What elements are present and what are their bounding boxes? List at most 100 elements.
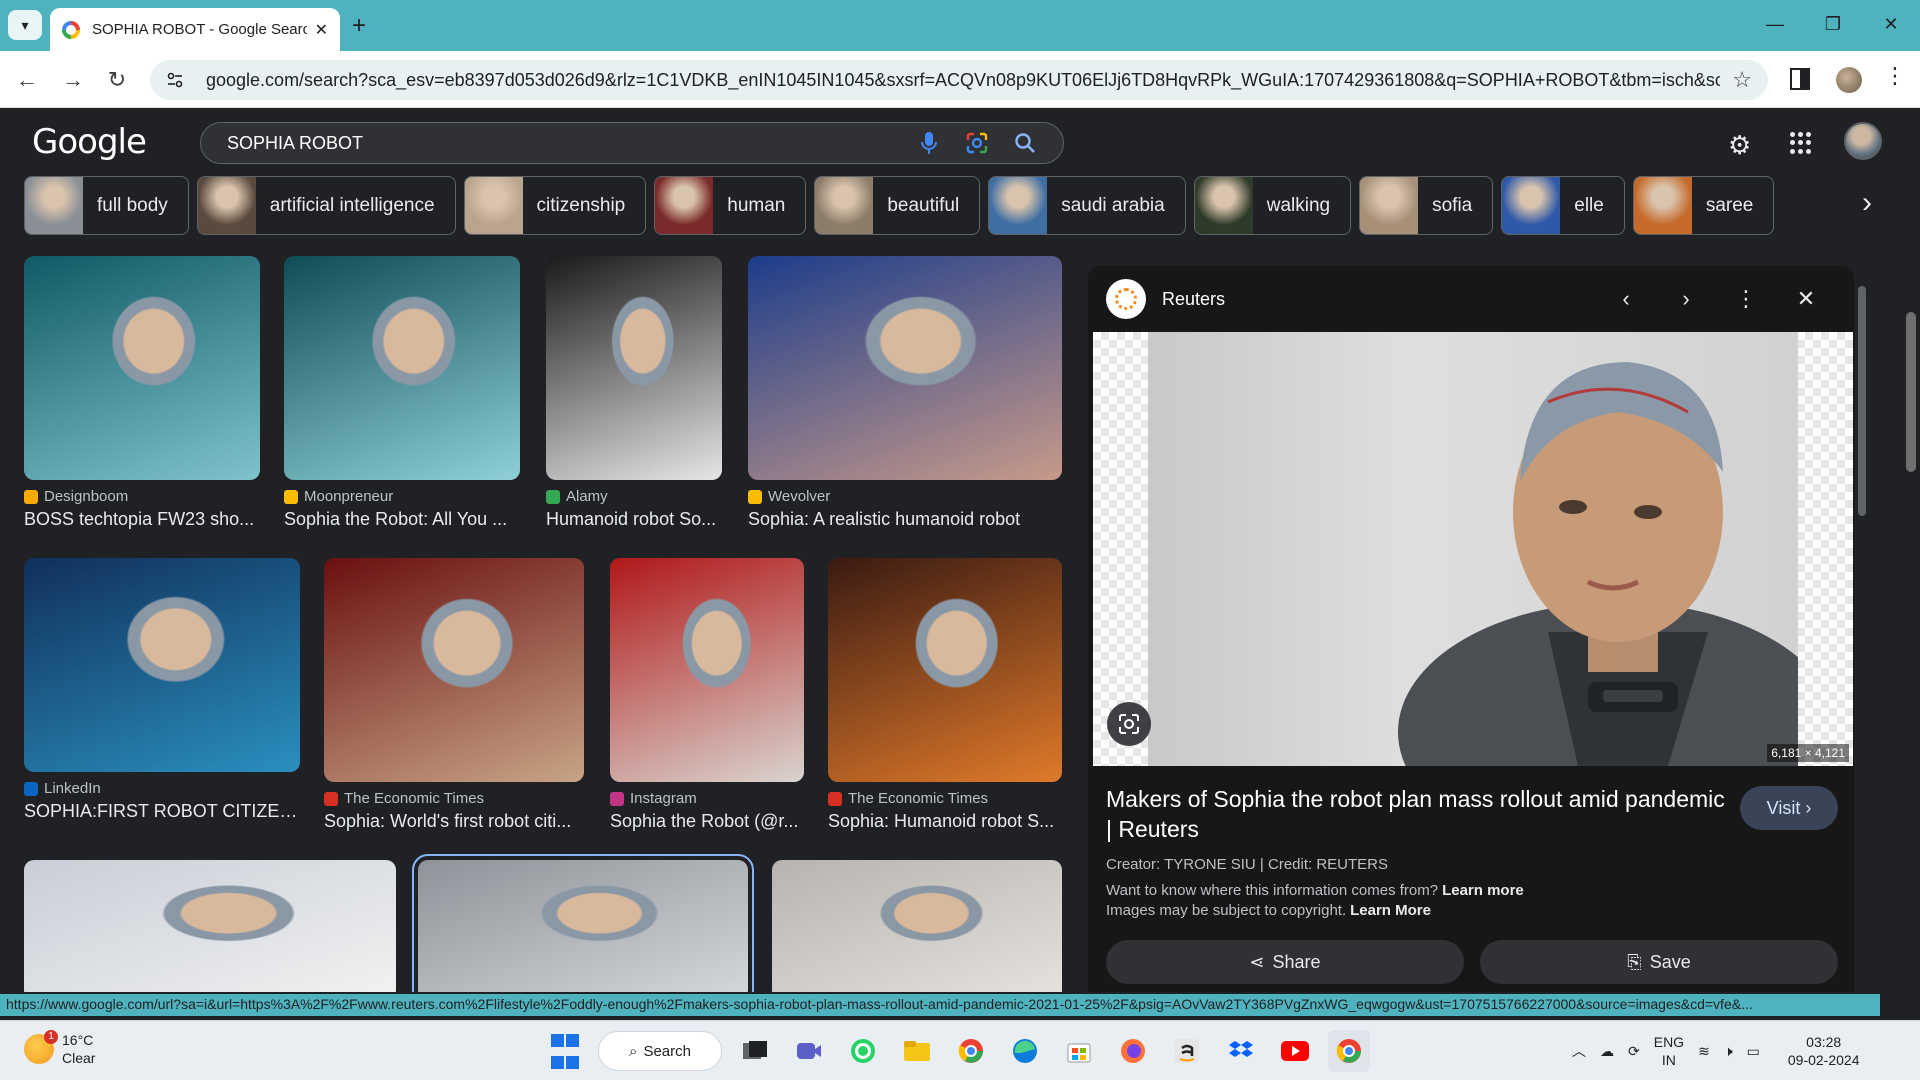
image-result[interactable]: The Economic Times Sophia: World's first … [324, 558, 584, 832]
next-result-icon[interactable]: › [1656, 286, 1716, 312]
preview-image[interactable]: 6,181 × 4,121 [1093, 332, 1853, 766]
preview-title[interactable]: Makers of Sophia the robot plan mass rol… [1106, 784, 1726, 844]
result-source[interactable]: Instagram [610, 790, 804, 807]
result-thumbnail[interactable] [610, 558, 804, 782]
preview-scrollbar[interactable] [1856, 270, 1868, 992]
task-view-icon[interactable] [734, 1030, 776, 1072]
new-tab-button[interactable]: + [352, 12, 366, 40]
result-title[interactable]: Sophia: A realistic humanoid robot [748, 509, 1062, 530]
start-button[interactable] [544, 1030, 586, 1072]
address-bar[interactable]: google.com/search?sca_esv=eb8397d053d026… [150, 60, 1768, 100]
close-window-button[interactable]: ✕ [1862, 0, 1920, 48]
image-result[interactable]: Designboom BOSS techtopia FW23 sho... [24, 256, 260, 530]
close-preview-icon[interactable]: ✕ [1776, 286, 1836, 312]
related-chip[interactable]: citizenship [463, 176, 647, 235]
edge-icon[interactable] [1004, 1030, 1046, 1072]
image-result[interactable]: Moonpreneur Sophia the Robot: All You ... [284, 256, 520, 530]
related-chip[interactable]: human [654, 176, 807, 235]
preview-source[interactable]: Reuters [1162, 289, 1596, 310]
google-logo[interactable]: Google [32, 122, 147, 162]
google-apps-icon[interactable] [1790, 132, 1812, 154]
browser-profile-avatar[interactable] [1836, 67, 1862, 93]
related-chip[interactable]: walking [1193, 176, 1352, 235]
related-chip[interactable]: saree [1632, 176, 1775, 235]
chrome-active-icon[interactable] [1328, 1030, 1370, 1072]
volume-icon[interactable]: 🕨 [1724, 1043, 1733, 1060]
browser-tab[interactable]: SOPHIA ROBOT - Google Search ✕ [50, 8, 340, 51]
amazon-icon[interactable] [1166, 1030, 1208, 1072]
microsoft-store-icon[interactable] [1058, 1030, 1100, 1072]
result-thumbnail[interactable] [284, 256, 520, 480]
sync-icon[interactable]: ⟳ [1628, 1043, 1640, 1060]
result-thumbnail[interactable] [828, 558, 1062, 782]
result-source[interactable]: The Economic Times [828, 790, 1062, 807]
youtube-icon[interactable] [1274, 1030, 1316, 1072]
back-button[interactable]: ← [12, 65, 42, 95]
whatsapp-icon[interactable] [842, 1030, 884, 1072]
show-hidden-icons-icon[interactable]: ︿ [1572, 1041, 1586, 1061]
image-result[interactable] [24, 860, 396, 992]
visit-button[interactable]: Visit › [1740, 786, 1838, 830]
image-result[interactable]: The Economic Times Sophia: Humanoid robot… [828, 558, 1062, 832]
page-scrollbar[interactable] [1902, 108, 1920, 992]
result-source[interactable]: Wevolver [748, 488, 1062, 505]
weather-widget[interactable]: 16°C Clear [24, 1030, 95, 1067]
result-source[interactable]: LinkedIn [24, 780, 300, 797]
tab-close-icon[interactable]: ✕ [315, 20, 328, 40]
result-source[interactable]: Moonpreneur [284, 488, 520, 505]
result-title[interactable]: Sophia: Humanoid robot S... [828, 811, 1062, 832]
related-chip[interactable]: elle [1501, 176, 1625, 235]
result-title[interactable]: Sophia: World's first robot citi... [324, 811, 584, 832]
onedrive-icon[interactable]: ☁ [1600, 1043, 1614, 1060]
related-chip[interactable]: saudi arabia [988, 176, 1186, 235]
search-icon[interactable] [1013, 131, 1037, 155]
result-thumbnail[interactable] [24, 256, 260, 480]
result-thumbnail[interactable] [418, 860, 748, 992]
google-lens-icon[interactable] [965, 131, 989, 155]
share-button[interactable]: ⋖ Share [1106, 940, 1464, 984]
reload-button[interactable]: ↻ [102, 65, 132, 95]
settings-gear-icon[interactable]: ⚙ [1728, 130, 1751, 161]
image-result[interactable]: Alamy Humanoid robot So... [546, 256, 722, 530]
lens-search-icon[interactable] [1107, 702, 1151, 746]
save-button[interactable]: ⎘ Save [1480, 940, 1838, 984]
previous-result-icon[interactable]: ‹ [1596, 286, 1656, 312]
result-thumbnail[interactable] [24, 860, 396, 992]
language-indicator[interactable]: ENG IN [1654, 1033, 1684, 1069]
forward-button[interactable]: → [58, 65, 88, 95]
result-thumbnail[interactable] [772, 860, 1062, 992]
result-title[interactable]: Sophia the Robot (@r... [610, 811, 804, 832]
search-input[interactable]: SOPHIA ROBOT [227, 133, 893, 154]
search-box[interactable]: SOPHIA ROBOT [200, 122, 1064, 164]
more-options-icon[interactable]: ⋮ [1716, 286, 1776, 312]
related-chip[interactable]: artificial intelligence [196, 176, 456, 235]
chips-next-arrow-icon[interactable]: › [1862, 186, 1872, 220]
related-chip[interactable]: sofia [1359, 176, 1494, 235]
copyright-learn-more-link[interactable]: Learn More [1350, 902, 1431, 919]
chrome-icon[interactable] [950, 1030, 992, 1072]
result-title[interactable]: Humanoid robot So... [546, 509, 722, 530]
learn-more-link[interactable]: Learn more [1442, 882, 1524, 899]
result-thumbnail[interactable] [324, 558, 584, 782]
result-source[interactable]: The Economic Times [324, 790, 584, 807]
clock[interactable]: 03:28 09-02-2024 [1788, 1033, 1860, 1069]
tab-search-button[interactable]: ▾ [8, 10, 42, 40]
firefox-icon[interactable] [1112, 1030, 1154, 1072]
restore-button[interactable]: ❐ [1804, 0, 1862, 48]
taskbar-search[interactable]: ⌕ Search [598, 1031, 722, 1071]
result-title[interactable]: BOSS techtopia FW23 sho... [24, 509, 260, 530]
image-result[interactable]: Wevolver Sophia: A realistic humanoid rob… [748, 256, 1062, 530]
microphone-icon[interactable] [917, 131, 941, 155]
site-info-icon[interactable] [166, 71, 184, 89]
related-chip[interactable]: full body [24, 176, 189, 235]
wifi-icon[interactable]: ≋ [1698, 1043, 1710, 1060]
dropbox-icon[interactable] [1220, 1030, 1262, 1072]
result-title[interactable]: Sophia the Robot: All You ... [284, 509, 520, 530]
image-result[interactable] [772, 860, 1062, 992]
battery-icon[interactable]: ▭ [1747, 1043, 1760, 1060]
result-thumbnail[interactable] [24, 558, 300, 772]
file-explorer-icon[interactable] [896, 1030, 938, 1072]
result-thumbnail[interactable] [748, 256, 1062, 480]
image-result[interactable]: LinkedIn SOPHIA:FIRST ROBOT CITIZEN... [24, 558, 300, 822]
related-chip[interactable]: beautiful [814, 176, 981, 235]
